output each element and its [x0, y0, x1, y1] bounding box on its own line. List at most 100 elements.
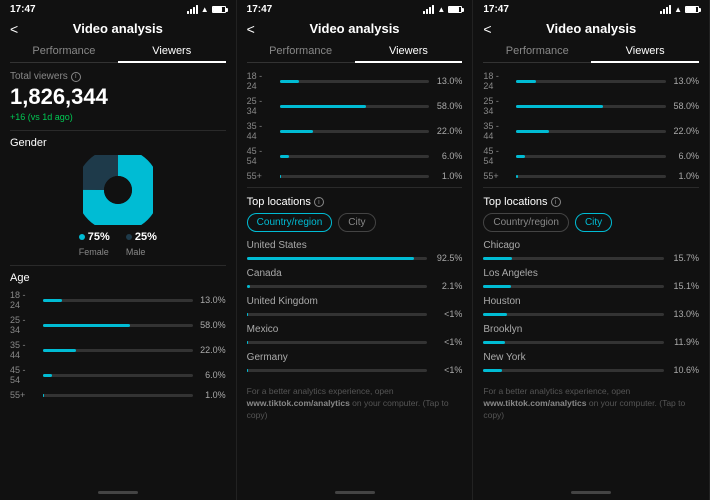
bf-2-0 — [280, 80, 299, 83]
loc-fill-3-3 — [483, 341, 504, 344]
age-label-1: 25 - 34 — [10, 315, 38, 335]
age-row-3-3: 45 - 54 6.0% — [483, 146, 699, 166]
female-dot — [79, 234, 85, 240]
tab-performance-2[interactable]: Performance — [247, 40, 355, 62]
header-1: < Video analysis — [0, 17, 236, 40]
bp-3-1: 58.0% — [671, 101, 699, 111]
loc-tab-city-3[interactable]: City — [575, 213, 612, 232]
back-button-3[interactable]: < — [483, 21, 491, 37]
info-icon-viewers[interactable]: i — [71, 72, 81, 82]
loc-tab-country-3[interactable]: Country/region — [483, 213, 569, 232]
wifi-icon-1: ▲ — [201, 5, 209, 14]
divider-2 — [10, 265, 226, 266]
age-row-3-4: 55+ 1.0% — [483, 171, 699, 181]
bf-2-1 — [280, 105, 367, 108]
tabs-2: Performance Viewers — [247, 40, 463, 63]
loc-fill-2-4 — [247, 369, 248, 372]
status-icons-1: ▲ — [187, 5, 226, 14]
panel-viewers-country: 17:47 ▲ < Video analysis Performance Vie… — [237, 0, 474, 500]
loc-pct-2-2: <1% — [432, 309, 462, 319]
home-indicator-2 — [237, 486, 473, 500]
bp-3-0: 13.0% — [671, 76, 699, 86]
tab-performance-3[interactable]: Performance — [483, 40, 591, 62]
signal-icon-3 — [660, 5, 671, 14]
bt-3-3 — [516, 155, 666, 158]
loc-fill-3-0 — [483, 257, 511, 260]
loc-bar-row-3-0: 15.7% — [483, 253, 699, 263]
tabs-1: Performance Viewers — [10, 40, 226, 63]
home-bar-1 — [98, 491, 138, 494]
age-row-2-1: 25 - 34 58.0% — [247, 96, 463, 116]
loc-name-2-4: Germany — [247, 352, 463, 363]
location-tabs-2: Country/region City — [247, 213, 463, 232]
male-pct: 25% — [135, 231, 157, 243]
tab-viewers-1[interactable]: Viewers — [118, 40, 226, 62]
age-row-2-0: 18 - 24 13.0% — [247, 71, 463, 91]
status-time-2: 17:47 — [247, 4, 273, 15]
age-bars-3: 18 - 24 13.0% 25 - 34 58.0% 35 - 44 22.0… — [483, 71, 699, 181]
loc-tab-city-2[interactable]: City — [338, 213, 375, 232]
loc-bar-row-3-3: 11.9% — [483, 337, 699, 347]
age-row-0: 18 - 24 13.0% — [10, 290, 226, 310]
bt-3-0 — [516, 80, 666, 83]
bp-3-2: 22.0% — [671, 126, 699, 136]
status-icons-2: ▲ — [423, 5, 462, 14]
top-locations-title-3: Top locations i — [483, 196, 699, 208]
home-bar-3 — [571, 491, 611, 494]
age-row-3-1: 25 - 34 58.0% — [483, 96, 699, 116]
divider-3-1 — [483, 187, 699, 188]
tabs-3: Performance Viewers — [483, 40, 699, 63]
loc-pct-3-1: 15.1% — [669, 281, 699, 291]
age-label-4: 55+ — [10, 390, 38, 400]
loc-row-3-0: Chicago 15.7% — [483, 240, 699, 263]
loc-tab-country-2[interactable]: Country/region — [247, 213, 333, 232]
loc-pct-2-1: 2.1% — [432, 281, 462, 291]
loc-track-3-0 — [483, 257, 664, 260]
tab-viewers-2[interactable]: Viewers — [355, 40, 463, 62]
female-label: Female — [79, 247, 109, 257]
bt-2-2 — [280, 130, 430, 133]
age-label-2-4: 55+ — [247, 171, 275, 181]
home-indicator-3 — [473, 486, 709, 500]
page-title-1: Video analysis — [73, 21, 163, 36]
back-button-1[interactable]: < — [10, 21, 18, 37]
age-label-2-3: 45 - 54 — [247, 146, 275, 166]
back-button-2[interactable]: < — [247, 21, 255, 37]
loc-name-2-1: Canada — [247, 268, 463, 279]
loc-track-2-1 — [247, 285, 428, 288]
bp-2-4: 1.0% — [434, 171, 462, 181]
loc-fill-2-2 — [247, 313, 248, 316]
home-indicator-1 — [0, 486, 236, 500]
bar-pct-0: 13.0% — [198, 295, 226, 305]
bar-track-4 — [43, 394, 193, 397]
tab-performance-1[interactable]: Performance — [10, 40, 118, 62]
status-bar-1: 17:47 ▲ — [0, 0, 236, 17]
bf-2-4 — [280, 175, 281, 178]
age-row-3-2: 35 - 44 22.0% — [483, 121, 699, 141]
bar-fill-0 — [43, 299, 62, 302]
bar-pct-1: 58.0% — [198, 320, 226, 330]
tab-viewers-3[interactable]: Viewers — [591, 40, 699, 62]
loc-bar-row-3-2: 13.0% — [483, 309, 699, 319]
bt-3-2 — [516, 130, 666, 133]
loc-name-3-4: New York — [483, 352, 699, 363]
male-dot — [126, 234, 132, 240]
home-bar-2 — [335, 491, 375, 494]
bar-pct-3: 6.0% — [198, 370, 226, 380]
info-icon-locations-3[interactable]: i — [551, 197, 561, 207]
bar-track-2 — [43, 349, 193, 352]
loc-track-2-2 — [247, 313, 428, 316]
total-viewers-change: +16 (vs 1d ago) — [10, 112, 226, 122]
loc-fill-3-4 — [483, 369, 502, 372]
age-label-2: 35 - 44 — [10, 340, 38, 360]
loc-row-3-1: Los Angeles 15.1% — [483, 268, 699, 291]
content-performance: Total viewers i 1,826,344 +16 (vs 1d ago… — [0, 63, 236, 486]
page-title-2: Video analysis — [309, 21, 399, 36]
age-title: Age — [10, 272, 226, 284]
age-label-3-4: 55+ — [483, 171, 511, 181]
footer-note-3: For a better analytics experience, open … — [483, 380, 699, 424]
info-icon-locations-2[interactable]: i — [314, 197, 324, 207]
bp-2-3: 6.0% — [434, 151, 462, 161]
age-row-1: 25 - 34 58.0% — [10, 315, 226, 335]
loc-fill-2-1 — [247, 285, 251, 288]
